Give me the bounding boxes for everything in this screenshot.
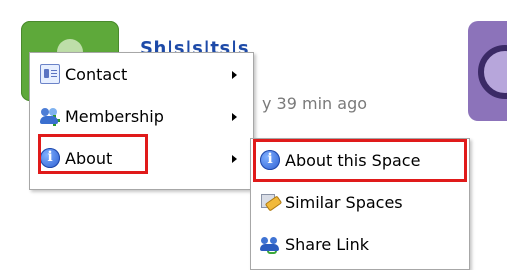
about-highlight-box [38,134,148,174]
submenu-item-similar-spaces[interactable]: Similar Spaces [260,186,403,218]
menu-item-membership-label: Membership [65,106,164,126]
menu-item-contact[interactable]: Contact [40,58,127,90]
similar-spaces-icon [260,192,280,212]
submenu-arrow-icon [232,113,237,121]
last-activity-text: y 39 min ago [262,94,368,113]
plus-icon [49,115,60,126]
link-chain-icon [267,246,277,254]
menu-item-membership[interactable]: Membership [40,100,164,132]
submenu-arrow-icon [232,71,237,79]
submenu-item-share-link[interactable]: Share Link [260,228,369,260]
about-this-space-highlight-box [253,139,467,182]
share-link-icon [260,234,280,254]
menu-item-contact-label: Contact [65,64,128,84]
submenu-arrow-icon [232,155,237,163]
members-icon [40,106,60,126]
space-avatar-right-ring [478,45,507,99]
submenu-item-similar-spaces-label: Similar Spaces [285,192,403,212]
submenu-item-share-link-label: Share Link [285,234,370,254]
contact-card-icon [40,64,60,84]
space-avatar-right[interactable] [468,21,507,121]
